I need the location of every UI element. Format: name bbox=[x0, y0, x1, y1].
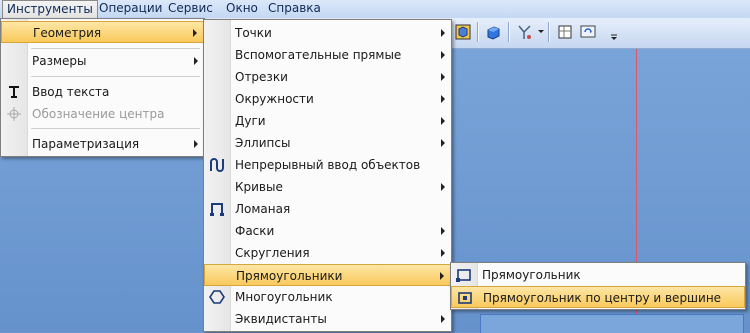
menubar-tools[interactable]: Инструменты bbox=[2, 0, 98, 18]
menu-item-label: Эквидистанты bbox=[235, 312, 327, 326]
submenu-arrow-icon bbox=[441, 29, 445, 37]
menu-item-rectangle-center[interactable]: Прямоугольник по центру и вершине bbox=[451, 286, 745, 308]
menu-item-label: Окружности bbox=[235, 92, 314, 106]
menu-item-label: Фаски bbox=[235, 224, 275, 238]
tools-menu: Геометрия Размеры Ввод текста Обозначени… bbox=[0, 18, 205, 157]
submenu-arrow-icon bbox=[441, 73, 445, 81]
cube-icon bbox=[455, 24, 471, 40]
submenu-arrow-icon bbox=[441, 139, 445, 147]
sheet-button[interactable] bbox=[555, 22, 575, 42]
axis-icon bbox=[518, 25, 531, 39]
menu-separator bbox=[31, 48, 200, 49]
menu-item-label: Дуги bbox=[235, 114, 266, 128]
menubar-help[interactable]: Справка bbox=[264, 0, 325, 17]
menu-item-label: Прямоугольник bbox=[482, 268, 581, 282]
3d-view-button[interactable] bbox=[453, 22, 473, 42]
menu-item-label: Вспомогательные прямые bbox=[235, 48, 402, 62]
polygon-icon bbox=[208, 288, 226, 306]
submenu-arrow-icon bbox=[441, 95, 445, 103]
menu-separator bbox=[31, 76, 200, 77]
rectangles-menu: Прямоугольник Прямоугольник по центру и … bbox=[450, 262, 746, 310]
menu-separator bbox=[31, 128, 200, 129]
submenu-arrow-icon bbox=[441, 51, 445, 59]
menu-item-offsets[interactable]: Эквидистанты bbox=[204, 308, 451, 330]
menu-item-ellipses[interactable]: Эллипсы bbox=[204, 132, 451, 154]
polyline-icon bbox=[208, 200, 226, 218]
menu-item-label: Параметризация bbox=[32, 137, 140, 151]
menu-item-rectangle[interactable]: Прямоугольник bbox=[451, 264, 745, 286]
menu-item-geometry[interactable]: Геометрия bbox=[1, 21, 204, 43]
menu-item-label: Многоугольник bbox=[235, 290, 333, 304]
axis-button[interactable] bbox=[514, 22, 534, 42]
menubar-service[interactable]: Сервис bbox=[164, 0, 217, 17]
submenu-arrow-icon bbox=[194, 140, 198, 148]
menu-item-label: Обозначение центра bbox=[32, 107, 165, 121]
menu-item-segments[interactable]: Отрезки bbox=[204, 66, 451, 88]
center-mark-icon bbox=[5, 105, 23, 123]
toolbar-overflow-icon bbox=[611, 34, 617, 40]
refresh-button[interactable] bbox=[578, 22, 598, 42]
menu-item-label: Скругления bbox=[235, 246, 310, 260]
shaded-cube-icon bbox=[487, 26, 500, 40]
menu-item-fillets[interactable]: Скругления bbox=[204, 242, 451, 264]
submenu-arrow-icon bbox=[193, 29, 197, 37]
toolbar-separator bbox=[548, 22, 549, 42]
menu-bar: Инструменты Операции Сервис Окно Справка bbox=[0, 0, 750, 19]
shaded-view-button[interactable] bbox=[483, 22, 503, 42]
menu-item-label: Непрерывный ввод объектов bbox=[235, 158, 421, 172]
menu-item-circles[interactable]: Окружности bbox=[204, 88, 451, 110]
menu-item-label: Ломаная bbox=[235, 202, 291, 216]
menu-item-label: Прямоугольник по центру и вершине bbox=[483, 291, 722, 305]
menu-item-chamfers[interactable]: Фаски bbox=[204, 220, 451, 242]
menu-item-label: Прямоугольники bbox=[236, 269, 343, 283]
submenu-arrow-icon bbox=[440, 272, 444, 280]
document-frame bbox=[480, 314, 744, 333]
rectangle-center-icon bbox=[456, 289, 474, 307]
menu-item-parametrization[interactable]: Параметризация bbox=[1, 133, 204, 155]
menu-item-label: Точки bbox=[235, 26, 272, 40]
toolbar-overflow-button[interactable] bbox=[610, 25, 618, 41]
menubar-operations[interactable]: Операции bbox=[95, 0, 166, 17]
menu-item-dimensions[interactable]: Размеры bbox=[1, 50, 204, 72]
menu-item-label: Эллипсы bbox=[235, 136, 291, 150]
menu-item-polygon[interactable]: Многоугольник bbox=[204, 286, 451, 308]
chevron-down-icon[interactable] bbox=[538, 30, 544, 33]
submenu-arrow-icon bbox=[441, 227, 445, 235]
menu-item-arcs[interactable]: Дуги bbox=[204, 110, 451, 132]
menu-item-center-mark[interactable]: Обозначение центра bbox=[1, 103, 204, 125]
geometry-menu: Точки Вспомогательные прямые Отрезки Окр… bbox=[203, 19, 452, 332]
rectangle-icon bbox=[455, 266, 473, 284]
toolbar-separator bbox=[508, 22, 509, 42]
sheet-icon bbox=[558, 25, 572, 39]
menu-item-label: Отрезки bbox=[235, 70, 288, 84]
menu-item-label: Размеры bbox=[32, 54, 87, 68]
refresh-icon bbox=[580, 25, 596, 38]
menu-item-continuous-input[interactable]: Непрерывный ввод объектов bbox=[204, 154, 451, 176]
menu-item-curves[interactable]: Кривые bbox=[204, 176, 451, 198]
toolbar-separator bbox=[477, 22, 478, 42]
submenu-arrow-icon bbox=[441, 249, 445, 257]
menu-item-text-input[interactable]: Ввод текста bbox=[1, 81, 204, 103]
menu-item-label: Геометрия bbox=[33, 26, 102, 40]
menu-item-label: Ввод текста bbox=[32, 85, 110, 99]
submenu-arrow-icon bbox=[194, 57, 198, 65]
submenu-arrow-icon bbox=[441, 183, 445, 191]
menu-item-polyline[interactable]: Ломаная bbox=[204, 198, 451, 220]
menu-item-label: Кривые bbox=[235, 180, 283, 194]
menu-item-points[interactable]: Точки bbox=[204, 22, 451, 44]
menu-item-rectangles[interactable]: Прямоугольники bbox=[204, 264, 451, 286]
menu-item-aux-lines[interactable]: Вспомогательные прямые bbox=[204, 44, 451, 66]
text-input-icon bbox=[5, 83, 23, 101]
submenu-arrow-icon bbox=[441, 315, 445, 323]
continuous-input-icon bbox=[208, 156, 226, 174]
submenu-arrow-icon bbox=[441, 117, 445, 125]
menubar-window[interactable]: Окно bbox=[222, 0, 262, 17]
